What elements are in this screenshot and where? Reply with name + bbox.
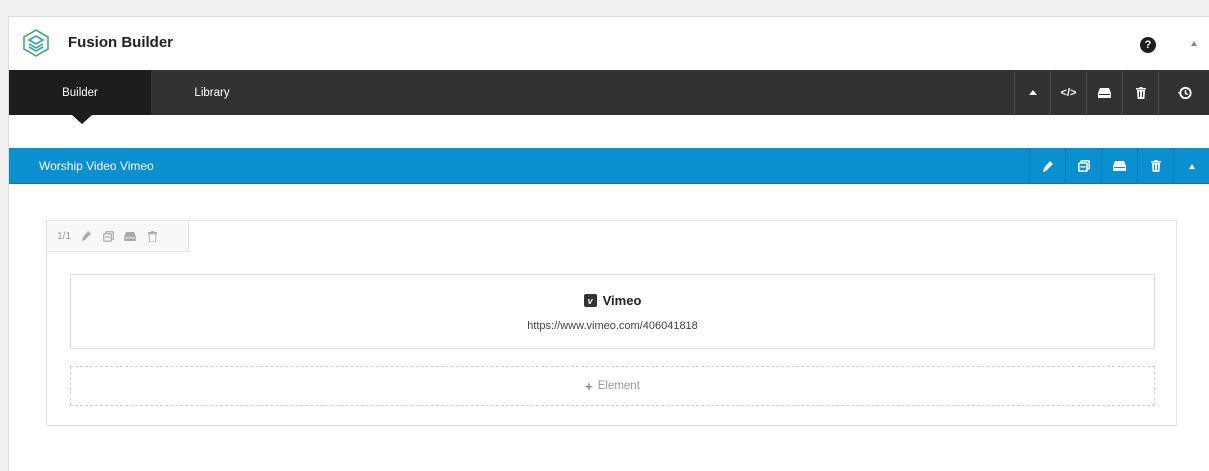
fusion-logo-icon — [21, 28, 51, 58]
element-title: Vimeo — [602, 293, 642, 308]
fusion-builder-panel: Fusion Builder ? Builder Library </> Wor… — [8, 16, 1209, 471]
container-header: Worship Video Vimeo — [9, 148, 1209, 184]
history-icon — [1177, 86, 1192, 99]
clear-layout-button[interactable] — [1122, 70, 1158, 115]
save-layout-button[interactable] — [1086, 70, 1122, 115]
clone-icon — [102, 230, 114, 242]
add-element-label: Element — [597, 380, 640, 392]
container-clone-button[interactable] — [1065, 148, 1101, 184]
column-save-button[interactable] — [119, 221, 141, 252]
active-tab-pointer — [72, 115, 92, 124]
app-title: Fusion Builder — [68, 34, 173, 51]
container-title[interactable]: Worship Video Vimeo — [39, 159, 154, 173]
panel-header: Fusion Builder ? — [9, 17, 1209, 70]
container-save-button[interactable] — [1101, 148, 1137, 184]
element-url: https://www.vimeo.com/406041818 — [527, 320, 698, 332]
column: 1/1 v Vimeo https://www.vimeo.com/406041… — [46, 220, 1177, 426]
trash-icon — [1150, 160, 1161, 172]
trash-icon — [1135, 86, 1146, 99]
vimeo-element[interactable]: v Vimeo https://www.vimeo.com/406041818 — [70, 274, 1155, 349]
code-button[interactable]: </> — [1050, 70, 1086, 115]
save-icon — [1098, 87, 1111, 98]
clone-icon — [1077, 160, 1090, 172]
history-button[interactable] — [1158, 70, 1209, 115]
container-toggle-button[interactable] — [1173, 148, 1209, 184]
help-icon[interactable]: ? — [1140, 37, 1156, 53]
collapse-icon — [1189, 163, 1195, 169]
column-clone-button[interactable] — [97, 221, 119, 252]
column-delete-button[interactable] — [141, 221, 163, 252]
vimeo-icon: v — [583, 294, 597, 307]
collapse-all-button[interactable] — [1014, 70, 1050, 115]
element-name: v Vimeo — [71, 293, 1154, 308]
code-icon: </> — [1060, 86, 1077, 99]
save-icon — [124, 231, 136, 241]
plus-icon: + — [585, 378, 593, 394]
column-edit-button[interactable] — [75, 221, 97, 252]
container-edit-button[interactable] — [1029, 148, 1065, 184]
container-delete-button[interactable] — [1137, 148, 1173, 184]
trash-icon — [147, 230, 157, 242]
panel-collapse-icon[interactable] — [1191, 41, 1197, 46]
save-icon — [1113, 161, 1126, 171]
tab-library[interactable]: Library — [151, 70, 273, 115]
edit-icon — [1043, 160, 1053, 172]
builder-tabbar: Builder Library </> — [9, 70, 1209, 115]
tab-builder[interactable]: Builder — [9, 70, 151, 115]
add-element-button[interactable]: + Element — [70, 366, 1155, 406]
edit-icon — [81, 231, 91, 241]
column-controls: 1/1 — [47, 221, 189, 252]
column-size-button[interactable]: 1/1 — [47, 221, 75, 252]
collapse-all-icon — [1028, 90, 1037, 95]
